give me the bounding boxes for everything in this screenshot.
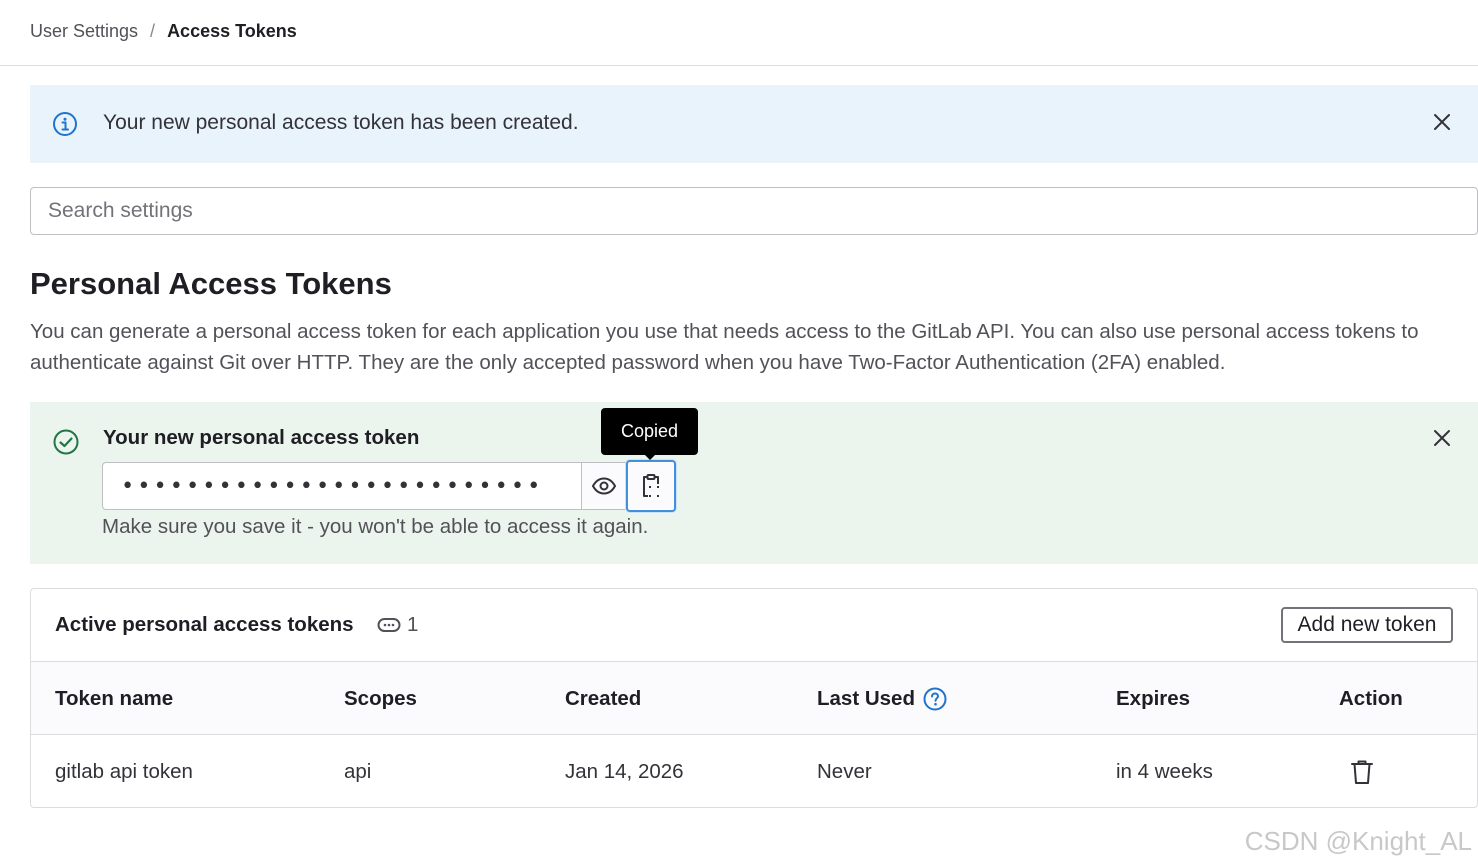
new-token-title: Your new personal access token <box>103 426 420 449</box>
token-last-used-cell: Never <box>817 760 872 783</box>
token-created-alert: Your new personal access token has been … <box>30 85 1478 163</box>
close-icon[interactable] <box>1430 110 1454 134</box>
reveal-token-button[interactable] <box>581 462 627 510</box>
clipboard-icon <box>643 474 659 497</box>
column-action: Action <box>1339 687 1403 710</box>
info-icon <box>53 112 77 136</box>
token-value-field[interactable]: •••••••••••••••••••••••••• <box>102 462 582 510</box>
header-divider <box>0 65 1478 66</box>
column-expires: Expires <box>1116 687 1191 710</box>
breadcrumb: User Settings / Access Tokens <box>30 19 297 43</box>
tooltip-arrow <box>644 454 656 460</box>
alert-message: Your new personal access token has been … <box>103 111 579 134</box>
column-scopes: Scopes <box>344 687 417 710</box>
revoke-token-button[interactable] <box>1347 757 1377 787</box>
page-description: You can generate a personal access token… <box>30 320 1419 374</box>
token-scopes-cell: api <box>344 760 372 783</box>
new-token-alert: Your new personal access token •••••••••… <box>30 402 1478 564</box>
token-count-badge: 1 <box>377 613 418 637</box>
active-tokens-card: Active personal access tokens 1 Add new … <box>30 588 1478 808</box>
column-last-used-label: Last Used <box>817 687 915 710</box>
eye-icon <box>591 477 617 495</box>
help-icon[interactable] <box>923 687 947 711</box>
column-token-name: Token name <box>55 687 174 710</box>
trash-icon <box>1351 760 1373 784</box>
token-icon <box>377 618 401 632</box>
table-header: Token name Scopes Created Last Used Expi… <box>31 662 1477 735</box>
close-icon[interactable] <box>1430 426 1454 450</box>
watermark: CSDN @Knight_AL <box>1244 826 1472 856</box>
add-new-token-button[interactable]: Add new token <box>1281 607 1453 643</box>
token-count: 1 <box>407 613 419 636</box>
copied-tooltip: Copied <box>601 408 698 455</box>
table-row: gitlab api token api Jan 14, 2026 Never … <box>31 735 1477 808</box>
copy-token-button[interactable] <box>626 460 676 512</box>
check-circle-icon <box>53 429 79 455</box>
breadcrumb-separator: / <box>150 20 156 41</box>
page-title: Personal Access Tokens <box>30 266 392 301</box>
column-created: Created <box>565 687 642 710</box>
token-created-cell: Jan 14, 2026 <box>565 760 684 783</box>
token-expires-cell: in 4 weeks <box>1116 760 1213 783</box>
card-header: Active personal access tokens 1 Add new … <box>31 589 1477 662</box>
token-name-cell: gitlab api token <box>55 760 193 783</box>
breadcrumb-access-tokens[interactable]: Access Tokens <box>167 21 297 42</box>
search-settings-input[interactable] <box>30 187 1478 235</box>
column-last-used: Last Used <box>817 687 947 711</box>
breadcrumb-user-settings[interactable]: User Settings <box>30 21 138 42</box>
card-title: Active personal access tokens <box>55 613 354 636</box>
save-token-hint: Make sure you save it - you won't be abl… <box>102 515 649 538</box>
